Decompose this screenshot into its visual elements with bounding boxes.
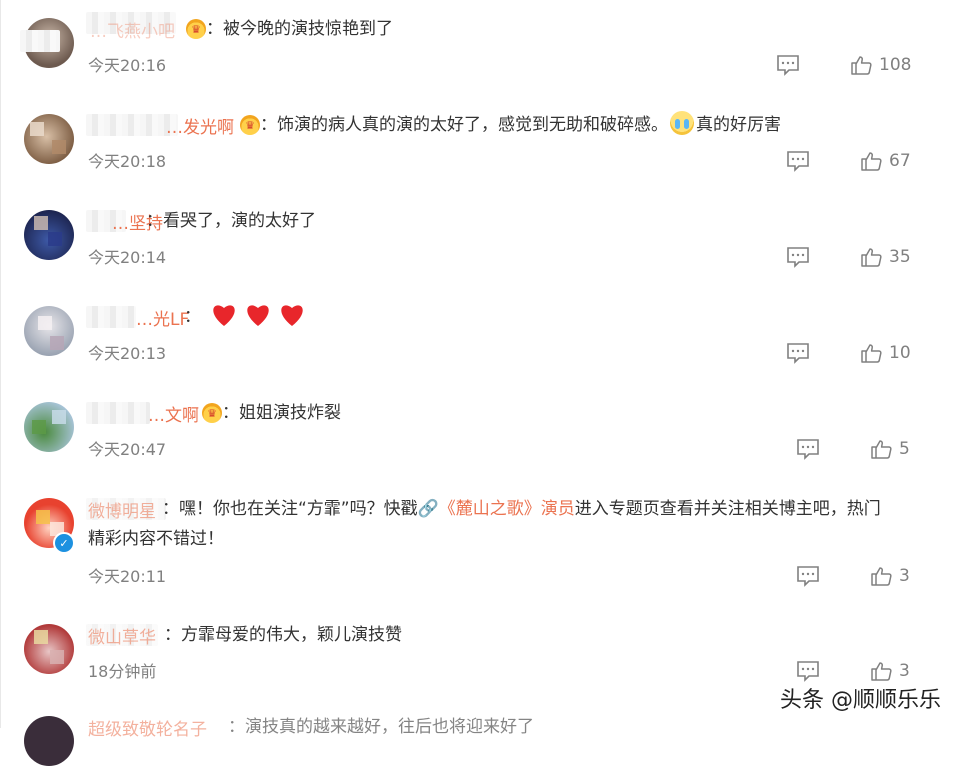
- timestamp: 今天20:47: [88, 440, 167, 459]
- like-count: 5: [899, 439, 910, 459]
- thumbs-up-icon[interactable]: [860, 246, 882, 268]
- timestamp: 今天20:11: [88, 567, 167, 586]
- username[interactable]: …文啊: [148, 401, 199, 426]
- comment-icon[interactable]: [786, 342, 810, 364]
- avatar[interactable]: [24, 624, 74, 674]
- timestamp: 今天20:13: [88, 344, 167, 363]
- comment-text-line2: 精彩内容不错过！: [88, 529, 224, 549]
- red-heart-emoji: [213, 305, 235, 326]
- crying-emoji: [670, 111, 694, 135]
- comment-icon[interactable]: [796, 438, 820, 460]
- like-count: 35: [889, 247, 911, 267]
- comment-text: ：方霏母爱的伟大，颖儿演技赞: [164, 625, 402, 645]
- comment-text: ：看哭了，演的太好了: [146, 211, 316, 231]
- comment-icon[interactable]: [796, 660, 820, 682]
- thumbs-up-icon[interactable]: [870, 660, 892, 682]
- timestamp: 今天20:14: [88, 248, 167, 267]
- comment-text: ：被今晚的演技惊艳到了: [206, 19, 393, 39]
- topic-link[interactable]: 🔗《麓山之歌》演员: [418, 499, 575, 519]
- comment-text: ：饰演的病人真的演的太好了，感觉到无助和破碎感。 真的好厉害: [260, 110, 781, 140]
- timestamp: 18分钟前: [88, 662, 157, 681]
- username-redacted: [86, 114, 178, 136]
- username[interactable]: …光LF: [136, 305, 189, 330]
- avatar[interactable]: [24, 716, 74, 766]
- watermark: 头条 @顺顺乐乐: [780, 688, 941, 713]
- timestamp: 今天20:16: [88, 56, 167, 75]
- username-redacted: [86, 306, 136, 328]
- crown-badge-icon: ♛: [202, 403, 222, 423]
- username[interactable]: …飞燕小吧: [90, 17, 175, 42]
- comment-icon[interactable]: [796, 565, 820, 587]
- like-count: 3: [899, 566, 910, 586]
- comment-icon[interactable]: [776, 54, 800, 76]
- avatar[interactable]: [24, 114, 74, 164]
- left-border: [0, 0, 1, 728]
- comment-icon[interactable]: [786, 150, 810, 172]
- verified-icon: ✓: [53, 532, 75, 554]
- red-heart-emoji: [281, 305, 303, 326]
- like-count: 3: [899, 661, 910, 681]
- username[interactable]: …发光啊: [166, 113, 234, 138]
- like-count: 108: [879, 55, 912, 75]
- like-count: 67: [889, 151, 911, 171]
- hearts: [210, 302, 306, 328]
- like-count: 10: [889, 343, 911, 363]
- crown-badge-icon: ♛: [240, 115, 260, 135]
- avatar[interactable]: [24, 210, 74, 260]
- username[interactable]: 微博明星: [88, 497, 156, 522]
- username-redacted: [86, 402, 150, 424]
- timestamp: 今天20:18: [88, 152, 167, 171]
- red-heart-emoji: [247, 305, 269, 326]
- comment-text: ：嘿！你也在关注“方霏”吗？快戳🔗《麓山之歌》演员进入专题页查看并关注相关博主吧…: [162, 499, 881, 519]
- comment-text: ：姐姐演技炸裂: [222, 403, 341, 423]
- username-redacted: [20, 30, 60, 52]
- comment-text: ：演技真的越来越好，往后也将迎来好了: [228, 717, 534, 737]
- username[interactable]: 微山草华: [88, 623, 156, 648]
- thumbs-up-icon[interactable]: [870, 438, 892, 460]
- thumbs-up-icon[interactable]: [850, 54, 872, 76]
- comment-text: ：: [184, 307, 201, 327]
- thumbs-up-icon[interactable]: [870, 565, 892, 587]
- avatar[interactable]: [24, 306, 74, 356]
- thumbs-up-icon[interactable]: [860, 342, 882, 364]
- comment-icon[interactable]: [786, 246, 810, 268]
- avatar[interactable]: [24, 402, 74, 452]
- crown-badge-icon: ♛: [186, 19, 206, 39]
- thumbs-up-icon[interactable]: [860, 150, 882, 172]
